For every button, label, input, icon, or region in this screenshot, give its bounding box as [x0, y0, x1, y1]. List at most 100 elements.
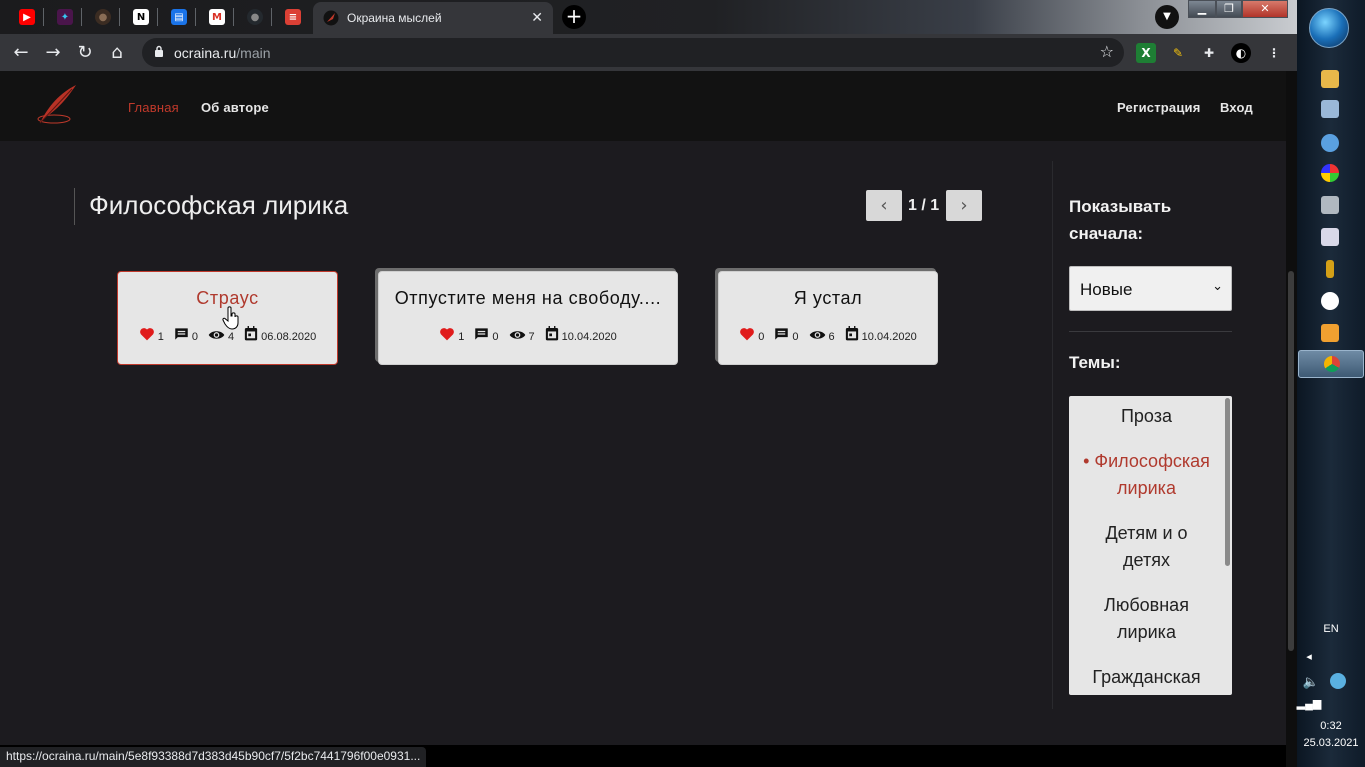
topics-scrollbar[interactable]	[1225, 398, 1230, 566]
nav-login-link[interactable]: Вход	[1220, 100, 1253, 115]
eye-icon	[809, 331, 825, 339]
tab-title: Окраина мыслей	[347, 11, 442, 25]
tab-separator	[119, 8, 120, 26]
pinned-tab-youtube[interactable]: ▶	[14, 4, 40, 30]
post-title[interactable]: Я устал	[719, 288, 937, 309]
pinned-tab-dark-app[interactable]: ●	[90, 4, 116, 30]
clock-time[interactable]: 0:32	[1297, 720, 1365, 732]
sidebar-divider-line	[1069, 331, 1232, 332]
tool-icon[interactable]	[1321, 196, 1339, 214]
webpage: Главная Об авторе Регистрация Вход Филос…	[0, 71, 1286, 745]
minimize-button[interactable]: ▁	[1188, 0, 1216, 18]
heart-icon[interactable]	[139, 327, 155, 341]
url-text: ocraina.ru/main	[174, 45, 271, 61]
forward-arrow-icon[interactable]: →	[40, 40, 66, 66]
tab-search-icon[interactable]: ▼	[1155, 5, 1179, 29]
taskbar-chrome-active[interactable]	[1298, 350, 1364, 378]
tab-close-icon[interactable]: ✕	[531, 10, 543, 26]
chrome-icon	[1324, 356, 1340, 372]
views-count: 6	[828, 331, 835, 343]
url-path: /main	[236, 45, 271, 61]
back-arrow-icon[interactable]: ←	[8, 40, 34, 66]
tab-active[interactable]: Окраина мыслей ✕	[313, 2, 553, 34]
lock-icon	[155, 45, 163, 57]
notepad-icon[interactable]	[1321, 100, 1339, 118]
todoist-icon: ≡	[285, 9, 301, 25]
sort-label: Показывать сначала:	[1069, 197, 1172, 243]
comment-icon	[775, 328, 789, 340]
explorer-icon[interactable]	[1321, 70, 1339, 88]
reload-icon[interactable]: ↻	[72, 40, 98, 66]
signal-icon[interactable]: ▂▄▆	[1275, 697, 1343, 710]
pagination-indicator: 1 / 1	[908, 197, 940, 214]
address-bar[interactable]: ocraina.ru/main ☆	[142, 38, 1124, 67]
hand-cursor-icon	[222, 306, 239, 330]
sort-select-value: Новые	[1080, 280, 1133, 299]
start-button[interactable]	[1309, 8, 1349, 48]
sort-select[interactable]: Новые ⌄	[1069, 266, 1232, 311]
comments-count: 0	[792, 331, 799, 343]
bookmark-star-icon[interactable]: ☆	[1100, 42, 1114, 61]
calendar-icon	[245, 326, 258, 341]
excel-extension-icon[interactable]: X	[1136, 43, 1156, 63]
chat-icon: ▤	[171, 9, 187, 25]
tab-separator	[157, 8, 158, 26]
tab-separator	[43, 8, 44, 26]
language-indicator[interactable]: EN	[1297, 623, 1365, 635]
comments-count: 0	[492, 331, 499, 343]
recorder-icon[interactable]	[1321, 228, 1339, 246]
tray-expand-icon[interactable]: ◂	[1275, 650, 1343, 663]
heart-icon[interactable]	[739, 327, 755, 341]
post-title[interactable]: Отпустите меня на свободу....	[379, 288, 677, 309]
views-count: 4	[228, 331, 235, 343]
menu-dots-icon[interactable]: ⋮	[1264, 43, 1284, 63]
pinned-tab-gmail[interactable]: M	[204, 4, 230, 30]
new-tab-button[interactable]: +	[562, 5, 586, 29]
notion-icon: N	[133, 9, 149, 25]
post-card[interactable]: Я устал 0 0 6 10.04.2020	[718, 271, 938, 365]
home-icon[interactable]: ⌂	[104, 40, 130, 66]
app-icon[interactable]	[1321, 164, 1339, 182]
key-icon[interactable]	[1326, 260, 1334, 278]
page-scrollbar-thumb[interactable]	[1288, 271, 1294, 651]
topic-item[interactable]: Любовная лирика	[1069, 592, 1224, 646]
post-card[interactable]: Отпустите меня на свободу.... 1 0 7 10.0…	[378, 271, 678, 365]
nav-about-link[interactable]: Об авторе	[201, 100, 269, 115]
pinned-tab-notion[interactable]: N	[128, 4, 154, 30]
profile-avatar[interactable]: ◐	[1231, 43, 1251, 63]
network-globe-icon[interactable]	[1330, 673, 1346, 689]
topics-list[interactable]: Проза • Философская лирика Детям и о дет…	[1069, 396, 1232, 695]
close-window-button[interactable]: ✕	[1242, 0, 1288, 18]
github-icon[interactable]	[1321, 292, 1339, 310]
comment-icon	[475, 328, 489, 340]
pinned-tab-todoist[interactable]: ≡	[280, 4, 306, 30]
site-favicon-icon	[323, 10, 339, 26]
calendar-icon	[845, 326, 858, 341]
tab-separator	[81, 8, 82, 26]
quill-logo-icon[interactable]	[32, 83, 78, 127]
pinned-tab-github[interactable]: ●	[242, 4, 268, 30]
pagination-next-button[interactable]: ›	[946, 190, 982, 221]
nav-home-link[interactable]: Главная	[128, 100, 179, 115]
eye-icon	[509, 331, 525, 339]
pinned-tab-slack[interactable]: ✦	[52, 4, 78, 30]
clock-date[interactable]: 25.03.2021	[1297, 737, 1365, 749]
extensions-puzzle-icon[interactable]: ✚	[1199, 43, 1219, 63]
post-date: 06.08.2020	[261, 331, 317, 343]
topic-item[interactable]: Детям и о детях	[1069, 520, 1224, 574]
paint-icon[interactable]	[1321, 134, 1339, 152]
sublime-icon[interactable]	[1321, 324, 1339, 342]
maximize-button[interactable]: ❐	[1216, 0, 1242, 18]
topic-item[interactable]: Гражданская	[1069, 664, 1224, 691]
pinned-tab-chat[interactable]: ▤	[166, 4, 192, 30]
nav-register-link[interactable]: Регистрация	[1117, 100, 1201, 115]
pagination-prev-button[interactable]: ‹	[866, 190, 902, 221]
topic-item[interactable]: Проза	[1069, 403, 1224, 430]
status-url-bar: https://ocraina.ru/main/5e8f93388d7d383d…	[0, 747, 427, 767]
heading-accent-bar	[74, 188, 75, 225]
pencil-extension-icon[interactable]: ✎	[1168, 43, 1188, 63]
post-date: 10.04.2020	[561, 331, 617, 343]
browser-toolbar: ← → ↻ ⌂ ocraina.ru/main ☆ X ✎ ✚ ◐ ⋮	[0, 34, 1297, 71]
topic-item-selected[interactable]: • Философская лирика	[1069, 448, 1224, 502]
heart-icon[interactable]	[439, 327, 455, 341]
